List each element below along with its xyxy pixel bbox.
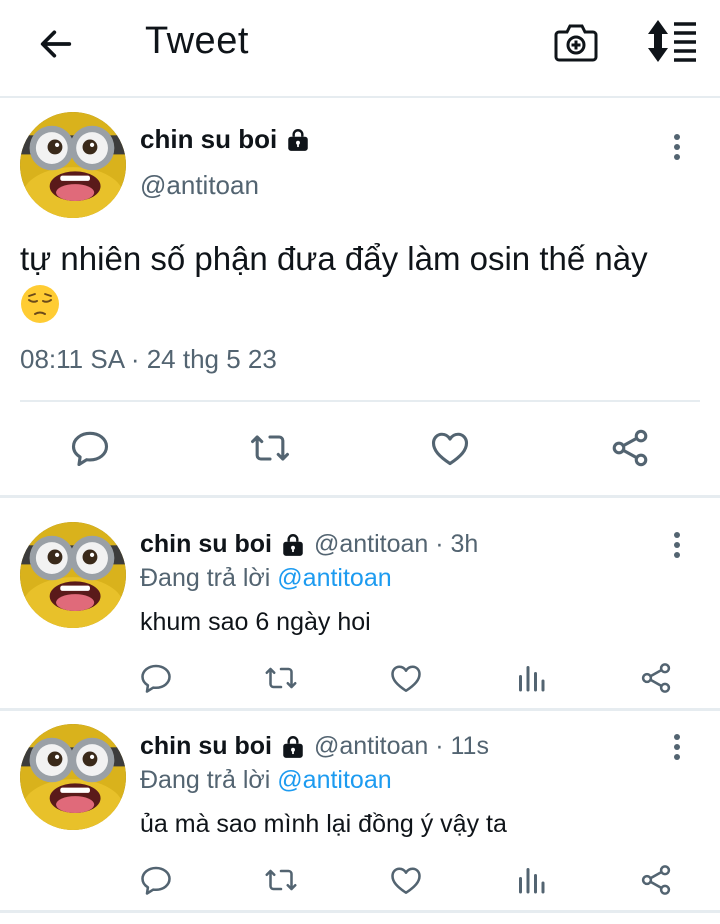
share-icon[interactable] xyxy=(608,426,652,470)
stats-icon[interactable] xyxy=(513,862,549,898)
reply-icon[interactable] xyxy=(138,862,174,898)
author-name[interactable]: chin su boi xyxy=(140,124,277,155)
share-icon[interactable] xyxy=(638,660,674,696)
reply-author-name[interactable]: chin su boi xyxy=(140,530,272,559)
replying-to: Đang trả lời @antitoan xyxy=(140,766,392,795)
like-icon[interactable] xyxy=(388,862,424,898)
stats-icon[interactable] xyxy=(513,660,549,696)
reply-text: khum sao 6 ngày hoi xyxy=(140,608,371,636)
author-handle[interactable]: @antitoan xyxy=(140,170,259,201)
reply-header: chin su boi @antitoan · 3h xyxy=(140,530,478,559)
mention-link[interactable]: @antitoan xyxy=(277,564,391,592)
back-arrow-icon[interactable] xyxy=(36,24,76,64)
avatar[interactable] xyxy=(20,522,126,628)
more-options-icon[interactable] xyxy=(664,132,690,162)
divider xyxy=(20,400,700,402)
reply-handle-time[interactable]: @antitoan · 3h xyxy=(314,530,478,559)
lock-icon xyxy=(280,532,306,558)
reply-icon[interactable] xyxy=(68,426,112,470)
lock-icon xyxy=(285,127,311,153)
retweet-icon[interactable] xyxy=(248,426,292,470)
top-app-bar: Tweet xyxy=(0,0,720,98)
camera-plus-icon[interactable] xyxy=(553,20,599,64)
sort-list-icon[interactable] xyxy=(646,18,698,64)
retweet-icon[interactable] xyxy=(263,660,299,696)
replying-to-prefix: Đang trả lời xyxy=(140,564,278,592)
tweet-text: tự nhiên số phận đưa đẩy làm osin thế nà… xyxy=(20,236,710,328)
tweet-text-content: tự nhiên số phận đưa đẩy làm osin thế nà… xyxy=(20,240,648,277)
reply-author-name[interactable]: chin su boi xyxy=(140,732,272,761)
mention-link[interactable]: @antitoan xyxy=(277,766,391,794)
more-options-icon[interactable] xyxy=(664,732,690,762)
avatar[interactable] xyxy=(20,724,126,830)
tweet-timestamp[interactable]: 08:11 SA · 24 thg 5 23 xyxy=(20,344,277,375)
page-title: Tweet xyxy=(145,20,249,62)
reply-handle-time[interactable]: @antitoan · 11s xyxy=(314,732,489,761)
like-icon[interactable] xyxy=(388,660,424,696)
avatar[interactable] xyxy=(20,112,126,218)
replying-to-prefix: Đang trả lời xyxy=(140,766,278,794)
divider xyxy=(0,495,720,498)
retweet-icon[interactable] xyxy=(263,862,299,898)
author-name-row: chin su boi xyxy=(140,124,311,155)
divider xyxy=(0,910,720,913)
lock-icon xyxy=(280,734,306,760)
share-icon[interactable] xyxy=(638,862,674,898)
reply-text: ủa mà sao mình lại đồng ý vậy ta xyxy=(140,810,507,838)
more-options-icon[interactable] xyxy=(664,530,690,560)
reply-header: chin su boi @antitoan · 11s xyxy=(140,732,489,761)
pensive-face-emoji xyxy=(20,284,60,324)
reply-icon[interactable] xyxy=(138,660,174,696)
divider xyxy=(0,708,720,711)
like-icon[interactable] xyxy=(428,426,472,470)
replying-to: Đang trả lời @antitoan xyxy=(140,564,392,593)
